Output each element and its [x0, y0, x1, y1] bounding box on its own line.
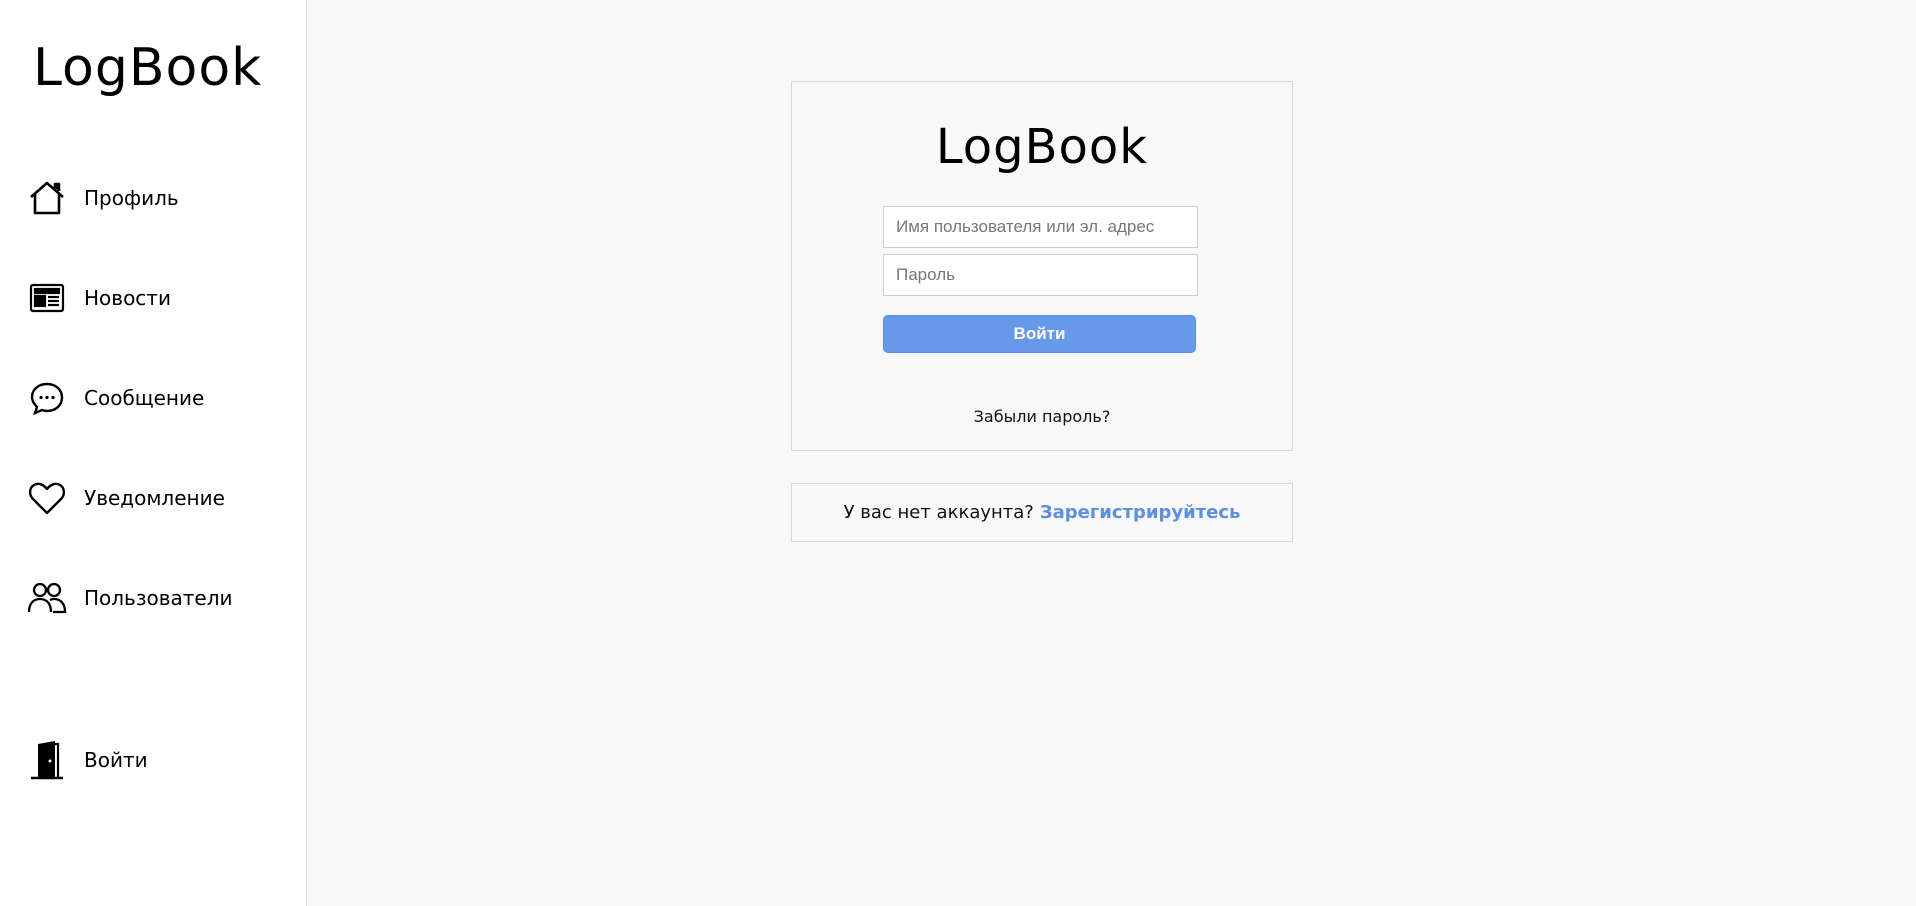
sidebar-item-label: Новости — [84, 286, 171, 310]
newspaper-icon — [27, 278, 67, 318]
sidebar-item-label: Профиль — [84, 186, 179, 210]
app-logo[interactable]: LogBook — [33, 38, 262, 98]
signup-prompt: У вас нет аккаунта? — [843, 502, 1034, 523]
heart-icon — [27, 478, 67, 518]
sidebar-item-label: Уведомление — [84, 486, 225, 510]
chat-bubble-icon — [27, 378, 67, 418]
login-button[interactable]: Войти — [883, 315, 1196, 353]
sidebar-item-users[interactable]: Пользователи — [27, 576, 233, 620]
username-input[interactable] — [883, 206, 1198, 248]
sidebar-item-notifications[interactable]: Уведомление — [27, 476, 225, 520]
door-icon — [27, 740, 67, 780]
sidebar-item-news[interactable]: Новости — [27, 276, 171, 320]
users-icon — [27, 578, 67, 618]
sidebar-item-login[interactable]: Войти — [27, 738, 148, 782]
forgot-password-link[interactable]: Забыли пароль? — [792, 407, 1292, 426]
login-card: LogBook Войти Забыли пароль? — [791, 81, 1293, 451]
sidebar-item-label: Пользователи — [84, 586, 233, 610]
main-content: LogBook Войти Забыли пароль? У вас нет а… — [307, 0, 1916, 906]
sidebar-item-label: Войти — [84, 748, 148, 772]
sidebar-item-label: Сообщение — [84, 386, 205, 410]
signup-card: У вас нет аккаунта? Зарегистрируйтесь — [791, 483, 1293, 542]
password-input[interactable] — [883, 254, 1198, 296]
login-logo: LogBook — [935, 119, 1149, 175]
home-icon — [27, 178, 67, 218]
sidebar-item-profile[interactable]: Профиль — [27, 176, 179, 220]
sidebar: LogBook Профиль Новости Сообщение Уведом… — [0, 0, 307, 906]
sidebar-item-messages[interactable]: Сообщение — [27, 376, 204, 420]
signup-link[interactable]: Зарегистрируйтесь — [1040, 502, 1241, 523]
